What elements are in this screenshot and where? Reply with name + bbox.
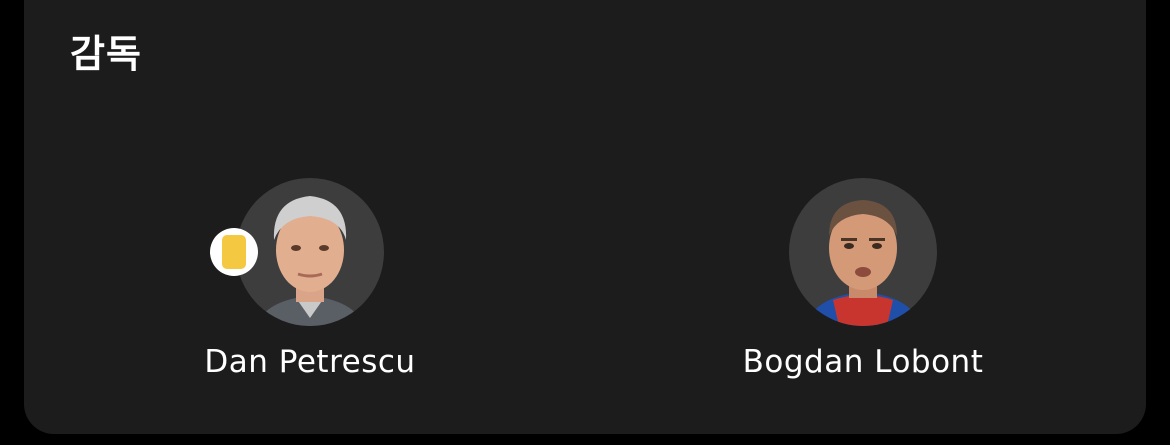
away-manager-avatar-wrap bbox=[789, 178, 937, 326]
home-manager-name[interactable]: Dan Petrescu bbox=[204, 342, 415, 382]
yellow-card-badge bbox=[210, 228, 258, 276]
away-manager-name[interactable]: Bogdan Lobont bbox=[743, 342, 984, 382]
manager-photo-icon bbox=[805, 200, 921, 326]
away-manager-avatar[interactable] bbox=[789, 178, 937, 326]
home-manager-avatar-wrap bbox=[210, 178, 384, 326]
yellow-card-icon bbox=[222, 235, 246, 269]
away-manager[interactable]: Bogdan Lobont bbox=[683, 178, 1043, 382]
home-manager[interactable]: Dan Petrescu bbox=[130, 178, 490, 382]
home-manager-avatar[interactable] bbox=[236, 178, 384, 326]
manager-photo-icon bbox=[256, 196, 364, 326]
section-title: 감독 bbox=[70, 32, 142, 76]
